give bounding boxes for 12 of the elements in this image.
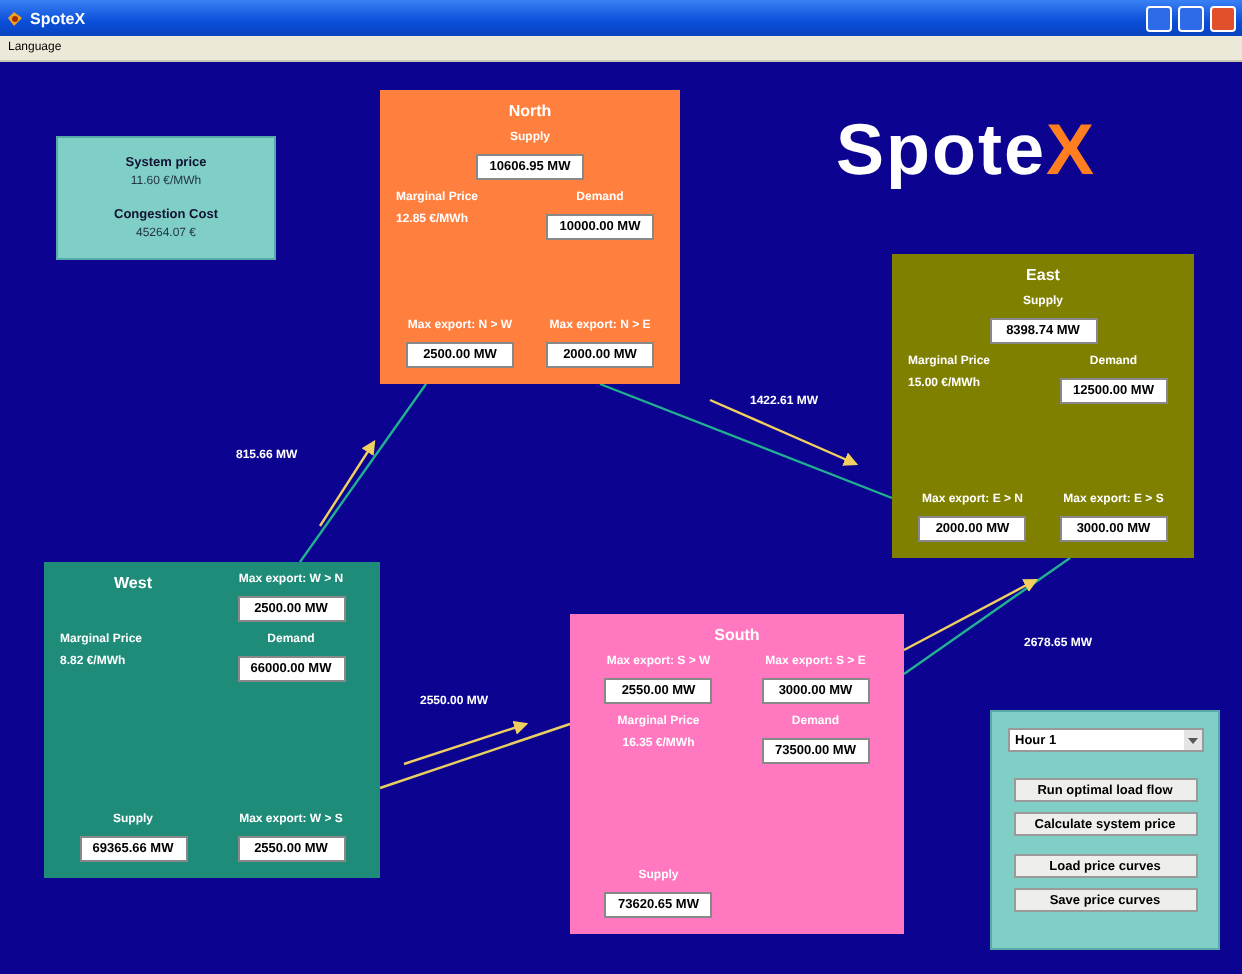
flow-arrow <box>403 720 529 766</box>
region-title: North <box>508 102 552 120</box>
flow-arrow <box>319 440 376 527</box>
minimize-button[interactable] <box>1146 5 1172 31</box>
app-logo: SpoteX <box>836 114 1097 186</box>
maximize-button[interactable] <box>1178 5 1204 31</box>
region-title: East <box>1026 266 1060 284</box>
close-button[interactable] <box>1210 5 1236 31</box>
app-icon <box>6 9 24 27</box>
window-title: SpoteX <box>30 9 86 27</box>
region-title: West <box>114 574 152 596</box>
region-title: South <box>714 626 760 644</box>
